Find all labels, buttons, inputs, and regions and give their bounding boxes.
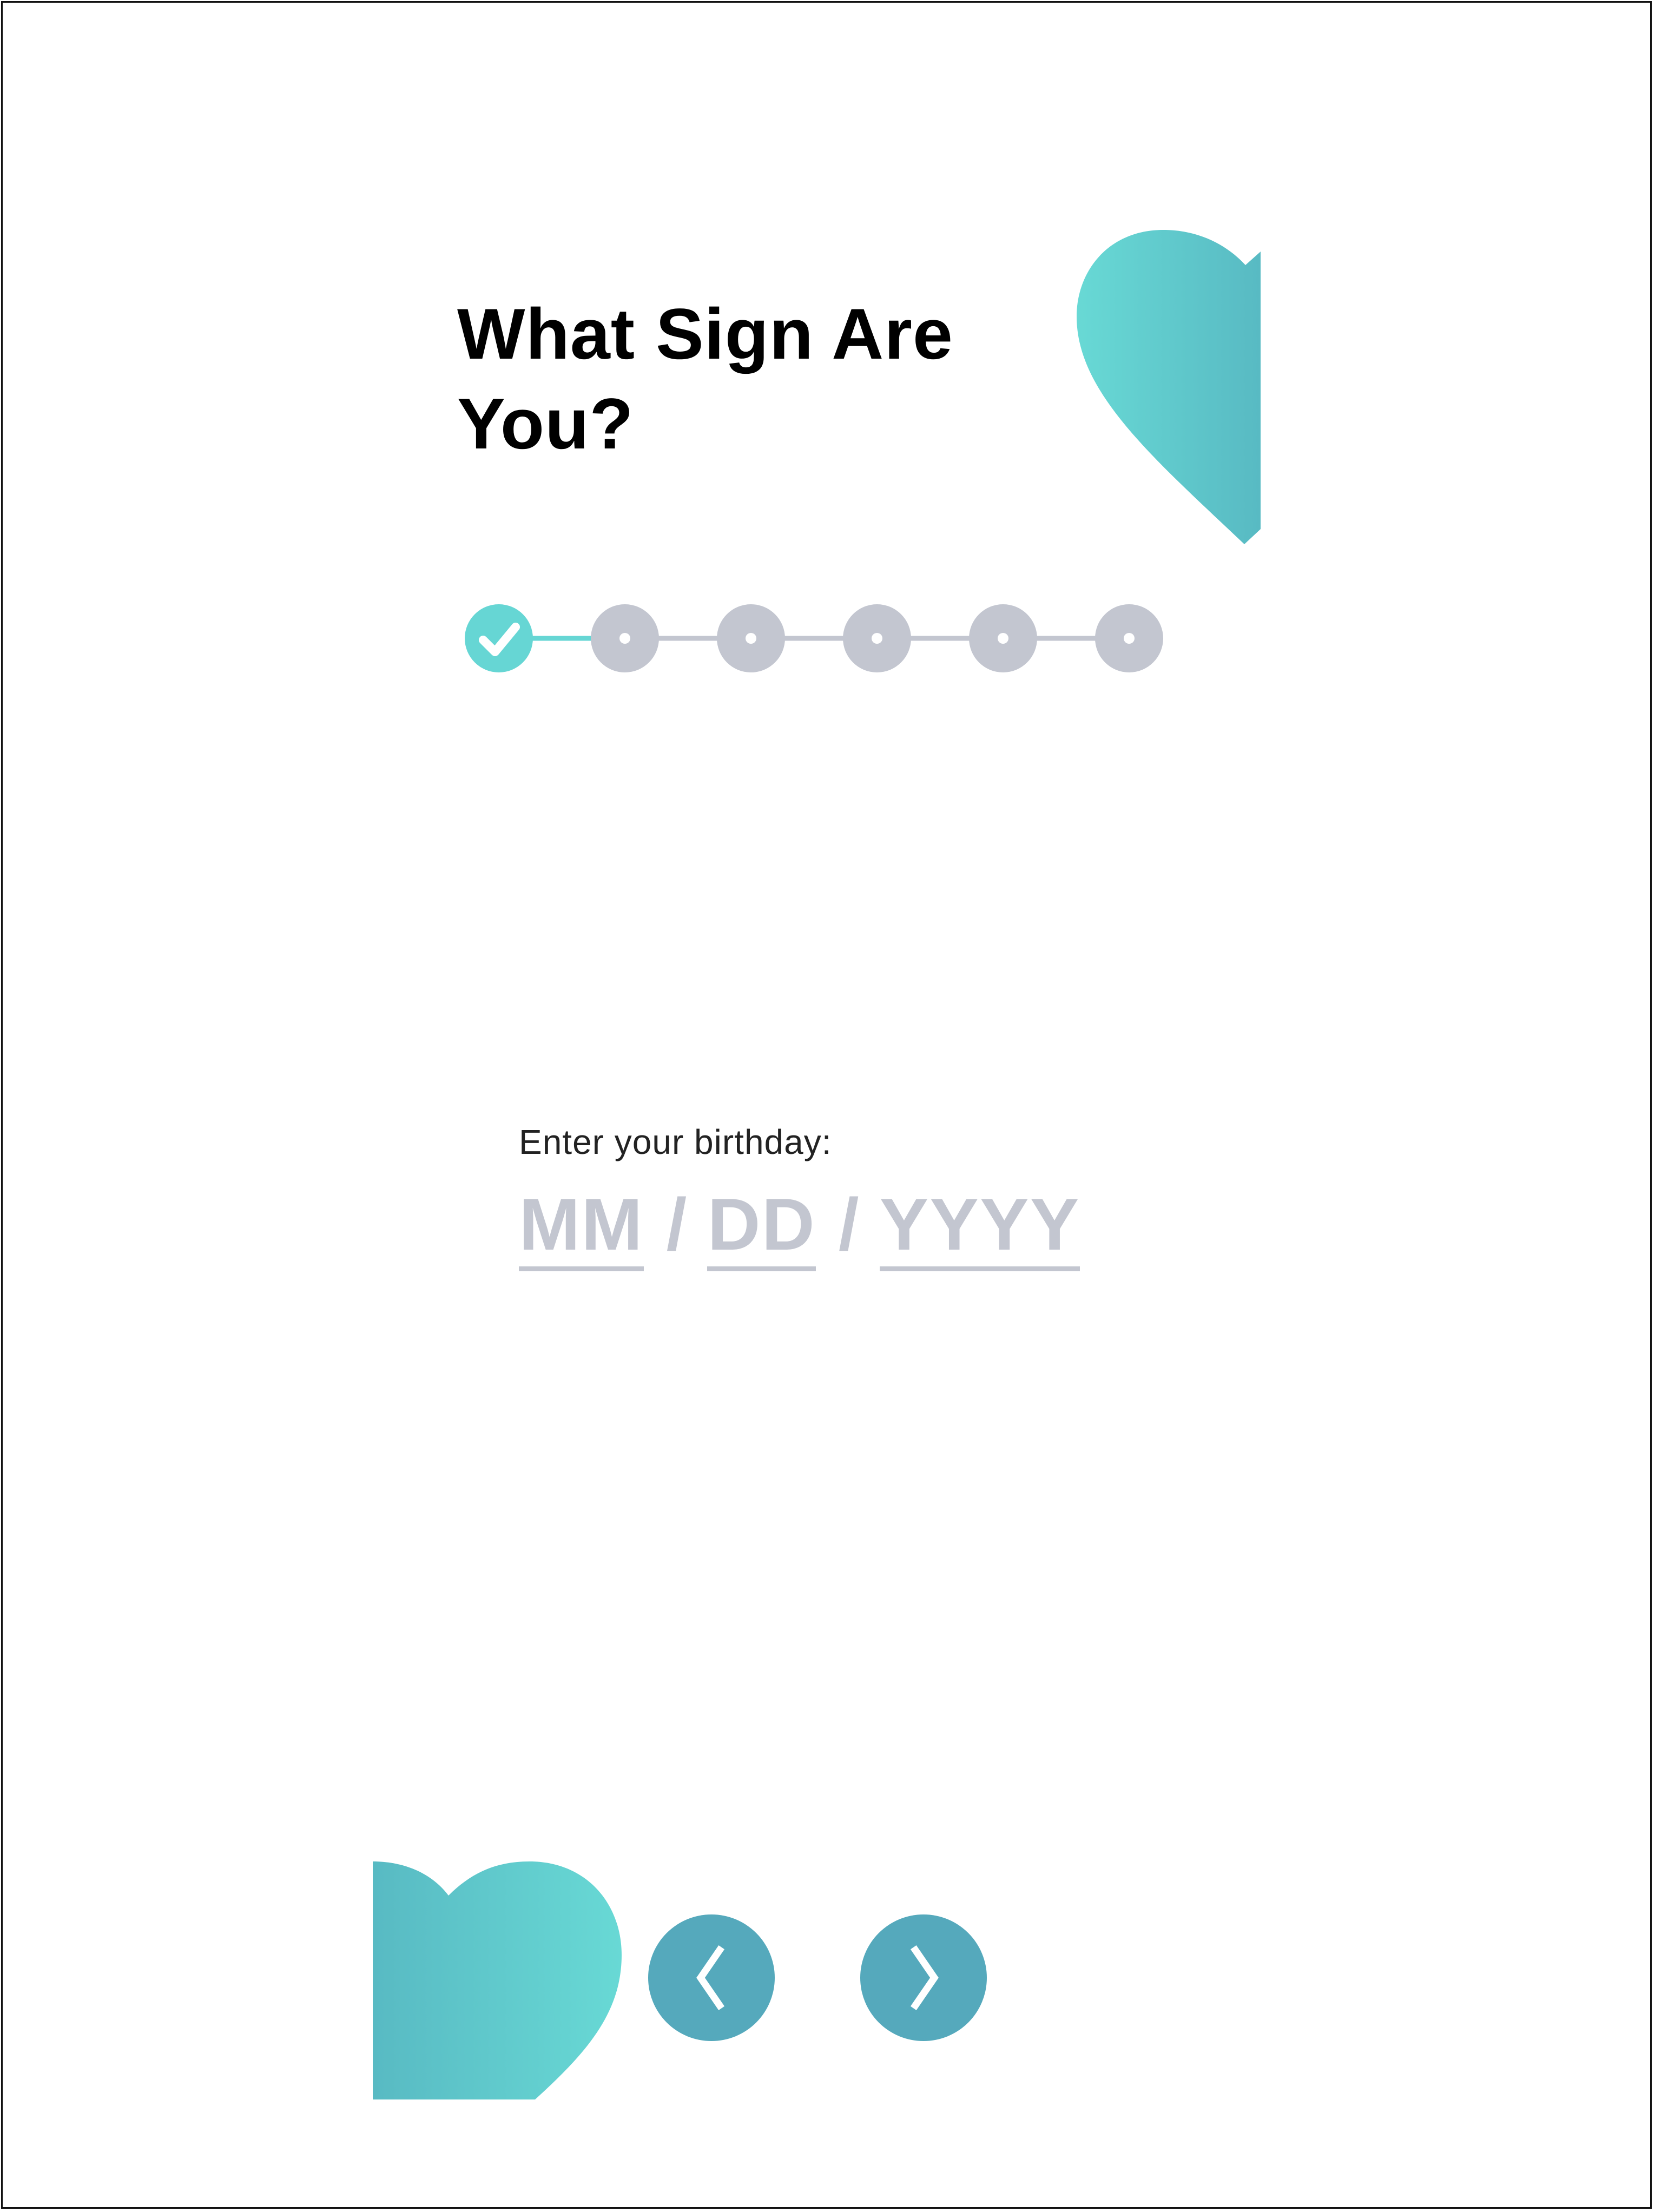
chevron-left-icon: [696, 1945, 725, 2011]
app-screen: What Sign Are You? Enter your birthday: …: [1, 1, 1652, 2209]
progress-stepper: [465, 604, 1163, 672]
step-2: [591, 604, 659, 672]
year-field[interactable]: YYYY: [879, 1182, 1080, 1271]
page-title: What Sign Are You?: [457, 289, 1052, 469]
step-4: [843, 604, 911, 672]
date-separator: /: [838, 1183, 859, 1265]
title-line-2: You?: [457, 384, 634, 464]
month-field[interactable]: MM: [519, 1182, 644, 1271]
chevron-right-icon: [910, 1945, 939, 2011]
previous-button[interactable]: [648, 1914, 775, 2041]
birthday-input-group: MM / DD / YYYY: [519, 1182, 1080, 1274]
title-line-1: What Sign Are: [457, 294, 953, 374]
step-6: [1095, 604, 1163, 672]
step-5: [969, 604, 1037, 672]
day-field[interactable]: DD: [707, 1182, 816, 1271]
heart-decoration-bottom: [373, 1861, 622, 2099]
heart-decoration-top: [1077, 230, 1261, 544]
next-button[interactable]: [860, 1914, 987, 2041]
step-1-completed: [465, 604, 533, 672]
date-separator: /: [666, 1183, 687, 1265]
step-3: [717, 604, 785, 672]
birthday-label: Enter your birthday:: [519, 1122, 832, 1161]
